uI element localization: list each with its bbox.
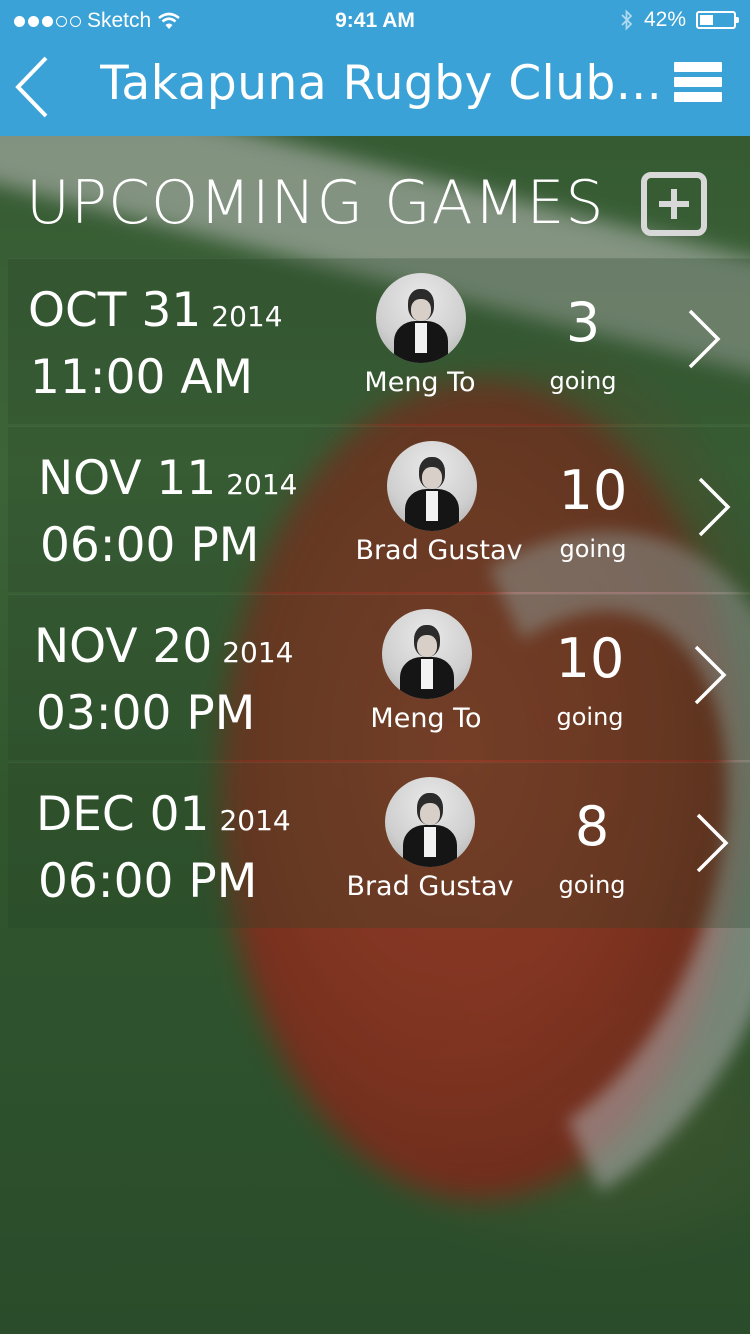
going-count: 10	[558, 459, 628, 522]
going-label: going	[559, 535, 627, 563]
chevron-left-icon	[15, 56, 48, 118]
game-date: OCT 31 2014	[28, 283, 283, 338]
game-date-day: DEC 01	[36, 787, 210, 842]
add-game-button[interactable]	[641, 172, 707, 236]
organizer-name: Brad Gustav	[355, 535, 523, 566]
avatar	[376, 273, 466, 363]
bluetooth-icon	[621, 9, 633, 31]
game-date: NOV 11 2014	[38, 451, 298, 506]
battery-icon	[696, 11, 739, 29]
game-date-day: OCT 31	[28, 283, 202, 338]
app-screen: Sketch 9:41 AM 42% Takapuna Rugby Club..…	[0, 0, 750, 1334]
organizer-name: Meng To	[370, 703, 482, 734]
organizer-name: Brad Gustav	[346, 871, 514, 902]
game-date-day: NOV 20	[34, 619, 213, 674]
game-time: 06:00 PM	[40, 518, 260, 573]
game-time: 03:00 PM	[36, 686, 256, 741]
game-row[interactable]: NOV 20 2014 03:00 PM Meng To 10 going	[8, 594, 750, 760]
back-button[interactable]	[12, 54, 56, 120]
battery-percent: 42%	[643, 8, 686, 31]
avatar	[385, 777, 475, 867]
game-date-day: NOV 11	[38, 451, 217, 506]
game-time: 11:00 AM	[30, 350, 254, 405]
going-count: 3	[565, 291, 601, 354]
game-date: DEC 01 2014	[36, 787, 291, 842]
chevron-right-icon[interactable]	[694, 811, 730, 875]
going-label: going	[558, 871, 626, 899]
game-date-year: 2014	[226, 468, 298, 501]
going-count: 8	[574, 795, 610, 858]
game-row[interactable]: NOV 11 2014 06:00 PM Brad Gustav 10 going	[8, 426, 750, 592]
battery-fill	[700, 15, 713, 25]
status-bar: Sketch 9:41 AM 42%	[0, 0, 750, 40]
chevron-right-icon[interactable]	[696, 475, 732, 539]
navigation-bar: Takapuna Rugby Club...	[0, 40, 750, 136]
game-row[interactable]: OCT 31 2014 11:00 AM Meng To 3 going	[8, 258, 750, 424]
going-label: going	[556, 703, 624, 731]
game-row[interactable]: DEC 01 2014 06:00 PM Brad Gustav 8 going	[8, 762, 750, 928]
section-title: UPCOMING GAMES	[26, 168, 605, 238]
organizer-name: Meng To	[364, 367, 476, 398]
game-date: NOV 20 2014	[34, 619, 294, 674]
game-date-year: 2014	[222, 636, 294, 669]
status-right: 42%	[620, 8, 739, 32]
games-list: OCT 31 2014 11:00 AM Meng To 3 going NOV …	[8, 258, 750, 930]
game-date-year: 2014	[211, 300, 283, 333]
avatar	[387, 441, 477, 531]
going-count: 10	[555, 627, 625, 690]
avatar	[382, 609, 472, 699]
chevron-right-icon[interactable]	[692, 643, 728, 707]
game-time: 06:00 PM	[38, 854, 258, 909]
game-date-year: 2014	[219, 804, 291, 837]
going-label: going	[549, 367, 617, 395]
page-title: Takapuna Rugby Club...	[100, 56, 660, 111]
chevron-right-icon[interactable]	[686, 307, 722, 371]
hamburger-menu-icon[interactable]	[674, 62, 722, 112]
